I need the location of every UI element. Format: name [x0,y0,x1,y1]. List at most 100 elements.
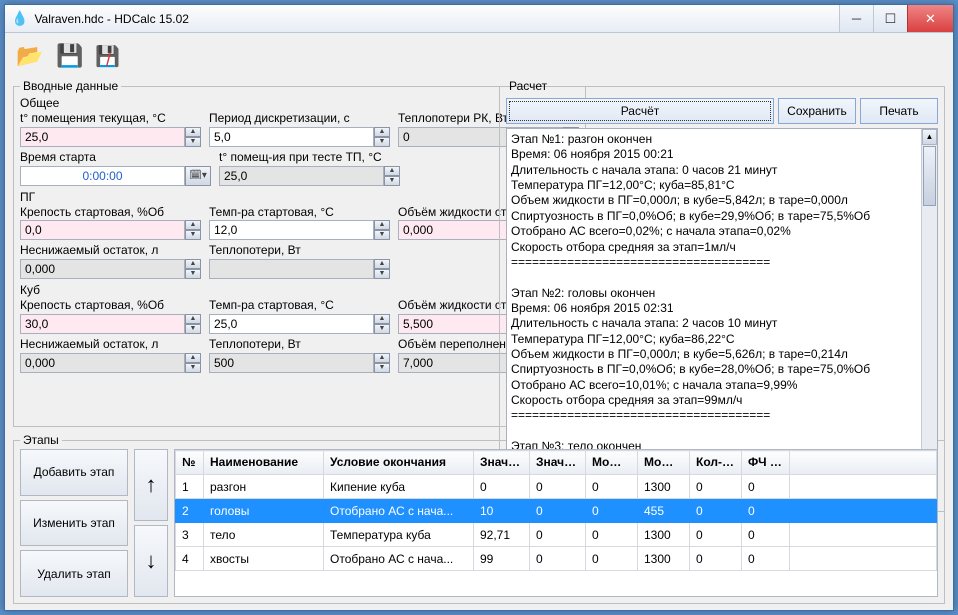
save-icon[interactable]: 💾 [53,41,87,71]
edit-stage-button[interactable]: Изменить этап [20,500,128,547]
input-kub-strength[interactable] [20,314,185,334]
column-header[interactable]: Значен 1 [474,451,530,475]
input-pg-heatloss [209,259,374,279]
spinner[interactable]: ▲▼ [185,127,201,147]
cell[interactable]: 0 [690,547,742,571]
cell[interactable]: 99 [474,547,530,571]
cell[interactable]: хвосты [204,547,324,571]
label-t-room-test: t° помещ-ия при тесте ТП, °C [219,151,400,165]
label-t-room: t° помещения текущая, °C [20,112,201,126]
move-down-button[interactable]: ↓ [134,525,168,597]
stages-table: №НаименованиеУсловие окончанияЗначен 1Зн… [175,450,937,571]
cell[interactable]: 0 [690,499,742,523]
cell[interactable]: 10 [474,499,530,523]
cell[interactable]: 1300 [638,475,690,499]
window-title: Valraven.hdc - HDCalc 15.02 [34,12,839,26]
cell[interactable]: разгон [204,475,324,499]
save-button[interactable]: Сохранить [778,98,856,124]
toolbar: 📂 💾 💾/ [13,39,945,75]
column-header[interactable]: Кол-во ТТ в РК [690,451,742,475]
stages-fieldset: Этапы Добавить этап Изменить этап Удалит… [13,433,945,604]
cell[interactable]: 0 [530,547,586,571]
column-header[interactable]: Наименование [204,451,324,475]
label-kub-heatloss: Теплопотери, Вт [209,338,390,352]
cell[interactable]: 2 [176,499,204,523]
stages-table-wrap[interactable]: №НаименованиеУсловие окончанияЗначен 1Зн… [174,449,938,597]
cell[interactable]: Отобрано АС с нача... [324,547,474,571]
cell[interactable]: 3 [176,523,204,547]
cell[interactable]: 0 [530,499,586,523]
print-button[interactable]: Печать [860,98,938,124]
cell[interactable]: 4 [176,547,204,571]
cell[interactable]: 1300 [638,547,690,571]
cell[interactable]: 0 [742,547,790,571]
cell[interactable]: 0 [586,523,638,547]
cell[interactable]: 0 [474,475,530,499]
column-header[interactable]: Мощно ПГ [586,451,638,475]
cell[interactable]: 92,71 [474,523,530,547]
cell[interactable]: Кипение куба [324,475,474,499]
label-pg-nonred: Неснижаемый остаток, л [20,244,201,258]
input-t-room[interactable] [20,127,185,147]
input-pg-strength[interactable] [20,220,185,240]
cell[interactable]: 0 [530,475,586,499]
cell[interactable]: 0 [742,475,790,499]
log-scrollbar[interactable]: ▲ ▼ [921,129,937,504]
table-row[interactable]: 2головыОтобрано АС с нача...100045500 [176,499,937,523]
cell[interactable]: 0 [690,523,742,547]
input-kub-temp[interactable] [209,314,374,334]
cell[interactable]: 1300 [638,523,690,547]
cell[interactable]: 455 [638,499,690,523]
spinner[interactable]: ▲▼ [384,166,400,186]
open-icon[interactable]: 📂 [13,41,47,71]
move-up-button[interactable]: ↑ [134,449,168,521]
log-text: Этап №1: разгон окончен Время: 06 ноября… [511,132,870,469]
scroll-thumb[interactable] [923,146,936,206]
input-start-time[interactable] [20,166,185,186]
cell[interactable]: Температура куба [324,523,474,547]
cell[interactable]: Отобрано АС с нача... [324,499,474,523]
cell[interactable]: 0 [742,499,790,523]
edit-icon[interactable]: 💾/ [93,41,127,71]
input-t-room-test [219,166,384,186]
cell[interactable]: 0 [586,499,638,523]
input-pg-nonred [20,259,185,279]
input-discret[interactable] [209,127,374,147]
column-header[interactable]: Условие окончания [324,451,474,475]
pg-label: ПГ [20,190,579,204]
cell[interactable]: 0 [586,547,638,571]
cell[interactable]: 1 [176,475,204,499]
label-discret: Период дискретизации, с [209,112,390,126]
close-button[interactable]: ✕ [907,5,953,32]
maximize-button[interactable]: ☐ [873,5,907,32]
cell[interactable]: тело [204,523,324,547]
column-header[interactable]: ФЧ в РК [742,451,790,475]
column-header[interactable]: Значен 2 [530,451,586,475]
cell[interactable]: 0 [586,475,638,499]
label-kub-strength: Крепость стартовая, %Об [20,299,201,313]
calc-fieldset: Расчет Расчёт Сохранить Печать Этап №1: … [499,79,945,512]
table-row[interactable]: 1разгонКипение куба000130000 [176,475,937,499]
cell[interactable]: 0 [742,523,790,547]
spinner[interactable]: ▲▼ [374,127,390,147]
table-row[interactable]: 4хвостыОтобрано АС с нача...9900130000 [176,547,937,571]
column-header[interactable]: № [176,451,204,475]
general-label: Общее [20,96,579,110]
delete-stage-button[interactable]: Удалить этап [20,550,128,597]
cell[interactable]: 0 [690,475,742,499]
cell[interactable]: 0 [530,523,586,547]
label-start-time: Время старта [20,151,211,165]
add-stage-button[interactable]: Добавить этап [20,449,128,496]
minimize-button[interactable]: ─ [839,5,873,32]
label-kub-temp: Темп-ра стартовая, °C [209,299,390,313]
input-pg-temp[interactable] [209,220,374,240]
table-row[interactable]: 3телоТемпература куба92,7100130000 [176,523,937,547]
input-kub-heatloss [209,353,374,373]
label-pg-heatloss: Теплопотери, Вт [209,244,390,258]
calc-legend: Расчет [506,79,550,93]
calc-button[interactable]: Расчёт [506,98,774,124]
column-header[interactable]: Мощно куба [638,451,690,475]
scroll-up-icon[interactable]: ▲ [922,129,937,145]
input-legend: Вводные данные [20,79,121,93]
cell[interactable]: головы [204,499,324,523]
